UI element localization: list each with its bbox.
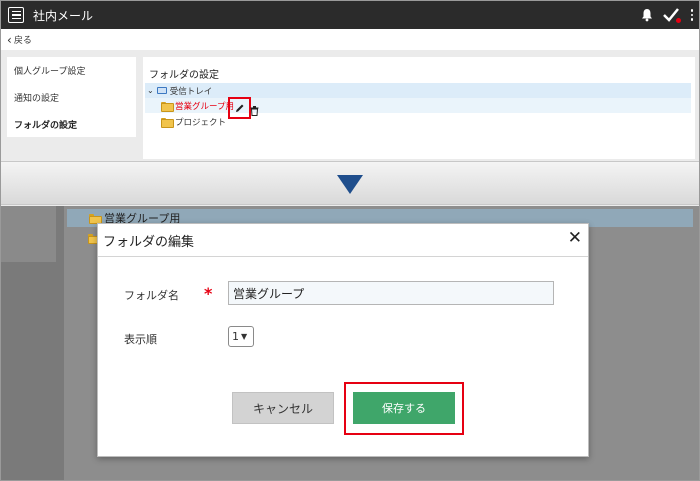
inbox-icon bbox=[156, 87, 167, 94]
notification-dot bbox=[675, 18, 681, 23]
step-divider bbox=[1, 161, 699, 205]
settings-area: 個人グループ設定 通知の設定 フォルダの設定 フォルダの設定 ⌄ 受信トレイ 営… bbox=[1, 50, 699, 160]
display-order-select[interactable]: 1 ▼ bbox=[228, 326, 254, 347]
back-link[interactable]: ‹ 戻る bbox=[1, 29, 699, 50]
folder-settings-panel: フォルダの設定 ⌄ 受信トレイ 営業グループ用 プロジェクト bbox=[143, 57, 695, 159]
tree-item-label: 受信トレイ bbox=[169, 86, 213, 97]
sidebar-item-personal-groups[interactable]: 個人グループ設定 bbox=[7, 57, 136, 84]
display-order-label: 表示順 bbox=[124, 333, 157, 346]
pencil-icon[interactable] bbox=[228, 97, 251, 119]
sidebar-item-notifications[interactable]: 通知の設定 bbox=[7, 84, 136, 111]
chevron-down-icon: ▼ bbox=[241, 332, 248, 341]
dialog-header: フォルダの編集 bbox=[98, 224, 588, 257]
sidebar-item-folders[interactable]: フォルダの設定 bbox=[7, 111, 136, 138]
tree-item-label: プロジェクト bbox=[175, 117, 227, 128]
screenshot-frame: 社内メール ‹ 戻る 個人グループ設定 通知の設定 フォルダの設定 フォルダの設… bbox=[0, 0, 700, 481]
chevron-left-icon: ‹ bbox=[7, 32, 12, 47]
tree-item-label: 営業グループ用 bbox=[175, 101, 234, 112]
hamburger-menu-icon[interactable] bbox=[8, 7, 24, 23]
trash-icon[interactable] bbox=[250, 101, 259, 120]
dialog-title: フォルダの編集 bbox=[103, 234, 195, 250]
bell-icon[interactable] bbox=[641, 8, 653, 22]
folder-icon bbox=[161, 117, 174, 128]
app-titlebar: 社内メール bbox=[1, 1, 699, 29]
panel-title: フォルダの設定 bbox=[149, 70, 219, 81]
folder-name-input[interactable] bbox=[228, 281, 554, 305]
required-mark: * bbox=[204, 284, 213, 303]
tree-item-sales-group[interactable]: 営業グループ用 bbox=[145, 98, 691, 113]
dimmed-sidebar bbox=[1, 206, 56, 262]
edit-folder-dialog: フォルダの編集 ✕ フォルダ名 * 表示順 1 ▼ キャンセル 保存する bbox=[97, 223, 589, 457]
more-vertical-icon[interactable] bbox=[689, 9, 696, 21]
tree-item-inbox[interactable]: ⌄ 受信トレイ bbox=[145, 83, 691, 98]
close-icon[interactable]: ✕ bbox=[568, 230, 582, 247]
folder-icon bbox=[161, 101, 174, 112]
display-order-value: 1 bbox=[232, 330, 239, 343]
folder-name-label: フォルダ名 bbox=[124, 289, 179, 302]
arrow-down-icon bbox=[337, 175, 363, 194]
app-title: 社内メール bbox=[33, 8, 94, 23]
settings-sidebar: 個人グループ設定 通知の設定 フォルダの設定 bbox=[7, 57, 136, 137]
save-button[interactable]: 保存する bbox=[353, 392, 455, 424]
checkmark-icon[interactable] bbox=[662, 6, 681, 24]
tree-item-project[interactable]: プロジェクト bbox=[145, 114, 445, 129]
folder-icon bbox=[89, 214, 102, 224]
cancel-button[interactable]: キャンセル bbox=[232, 392, 334, 424]
chevron-down-icon[interactable]: ⌄ bbox=[147, 86, 154, 95]
back-label: 戻る bbox=[13, 36, 32, 46]
